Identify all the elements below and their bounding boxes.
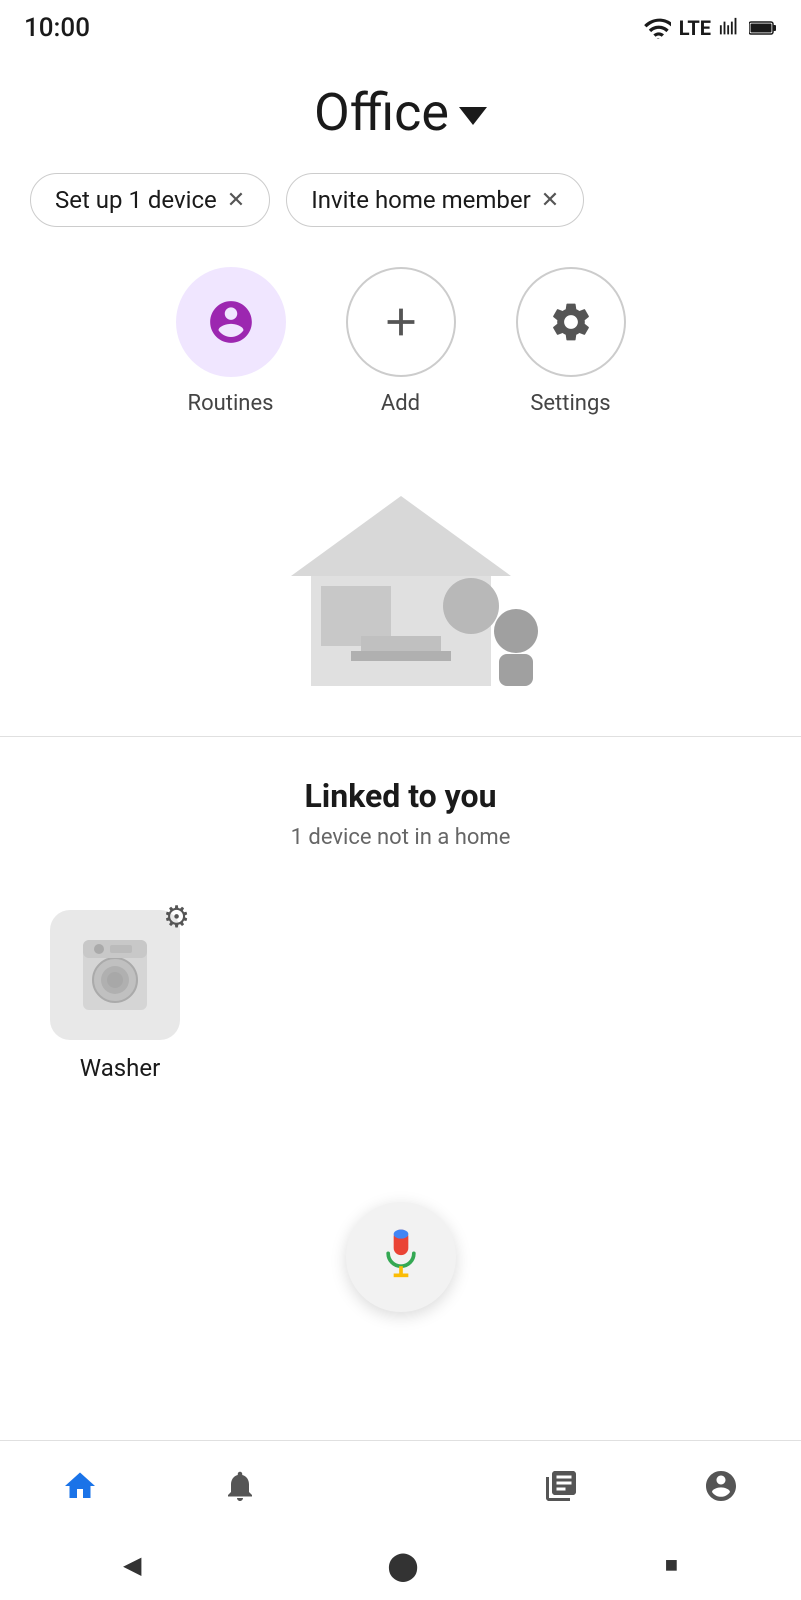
- nav-notifications-icon: [222, 1468, 258, 1504]
- header-title-row[interactable]: Office: [314, 82, 487, 143]
- battery-icon: [749, 19, 777, 37]
- house-illustration: [251, 466, 551, 706]
- setup-chip[interactable]: Set up 1 device ✕: [30, 173, 270, 227]
- bottom-nav: [0, 1440, 801, 1530]
- invite-chip-label: Invite home member: [311, 186, 531, 214]
- android-nav: ◀ ⬤ ■: [0, 1530, 801, 1600]
- nav-library-icon: [543, 1468, 579, 1504]
- android-home[interactable]: ⬤: [387, 1549, 418, 1582]
- linked-title: Linked to you: [30, 777, 771, 815]
- device-grid: ⚙ Washer: [0, 900, 801, 1082]
- dropdown-icon[interactable]: [459, 107, 487, 125]
- wifi-icon: [643, 17, 671, 39]
- nav-home[interactable]: [0, 1468, 160, 1504]
- status-time: 10:00: [24, 13, 90, 43]
- add-action[interactable]: Add: [346, 267, 456, 416]
- add-circle: [346, 267, 456, 377]
- settings-label: Settings: [530, 391, 610, 416]
- routines-label: Routines: [188, 391, 274, 416]
- chips-row: Set up 1 device ✕ Invite home member ✕: [0, 163, 801, 247]
- washer-device[interactable]: ⚙ Washer: [30, 900, 210, 1082]
- status-bar: 10:00 LTE: [0, 0, 801, 52]
- washer-svg-icon: [75, 935, 155, 1015]
- quick-actions: Routines Add Settings: [0, 247, 801, 446]
- status-icons: LTE: [643, 16, 777, 40]
- nav-home-icon: [62, 1468, 98, 1504]
- page-title: Office: [314, 82, 449, 143]
- mic-icon: [379, 1227, 423, 1287]
- android-recents[interactable]: ■: [665, 1552, 678, 1578]
- signal-icon: [719, 17, 741, 39]
- linked-section: Linked to you 1 device not in a home: [0, 737, 801, 900]
- routines-icon: [206, 297, 256, 347]
- lte-icon: LTE: [679, 16, 711, 40]
- settings-icon: [548, 299, 594, 345]
- settings-circle: [516, 267, 626, 377]
- nav-account[interactable]: [641, 1468, 801, 1504]
- setup-chip-label: Set up 1 device: [55, 186, 217, 214]
- setup-chip-close[interactable]: ✕: [227, 188, 245, 213]
- routines-circle: [176, 267, 286, 377]
- add-icon: [378, 299, 424, 345]
- invite-chip-close[interactable]: ✕: [541, 188, 559, 213]
- settings-action[interactable]: Settings: [516, 267, 626, 416]
- washer-icon-wrapper: ⚙: [50, 900, 190, 1040]
- washer-label: Washer: [80, 1054, 160, 1082]
- linked-subtitle: 1 device not in a home: [30, 825, 771, 850]
- header[interactable]: Office: [0, 52, 801, 163]
- android-back[interactable]: ◀: [123, 1551, 141, 1579]
- mic-button[interactable]: [346, 1202, 456, 1312]
- nav-account-icon: [703, 1468, 739, 1504]
- nav-notifications[interactable]: [160, 1468, 320, 1504]
- washer-settings-badge[interactable]: ⚙: [163, 900, 190, 935]
- add-label: Add: [381, 391, 420, 416]
- nav-library[interactable]: [481, 1468, 641, 1504]
- invite-chip[interactable]: Invite home member ✕: [286, 173, 584, 227]
- illustration-area: [0, 446, 801, 736]
- routines-action[interactable]: Routines: [176, 267, 286, 416]
- washer-icon-box: [50, 910, 180, 1040]
- fab-area: [0, 1162, 801, 1332]
